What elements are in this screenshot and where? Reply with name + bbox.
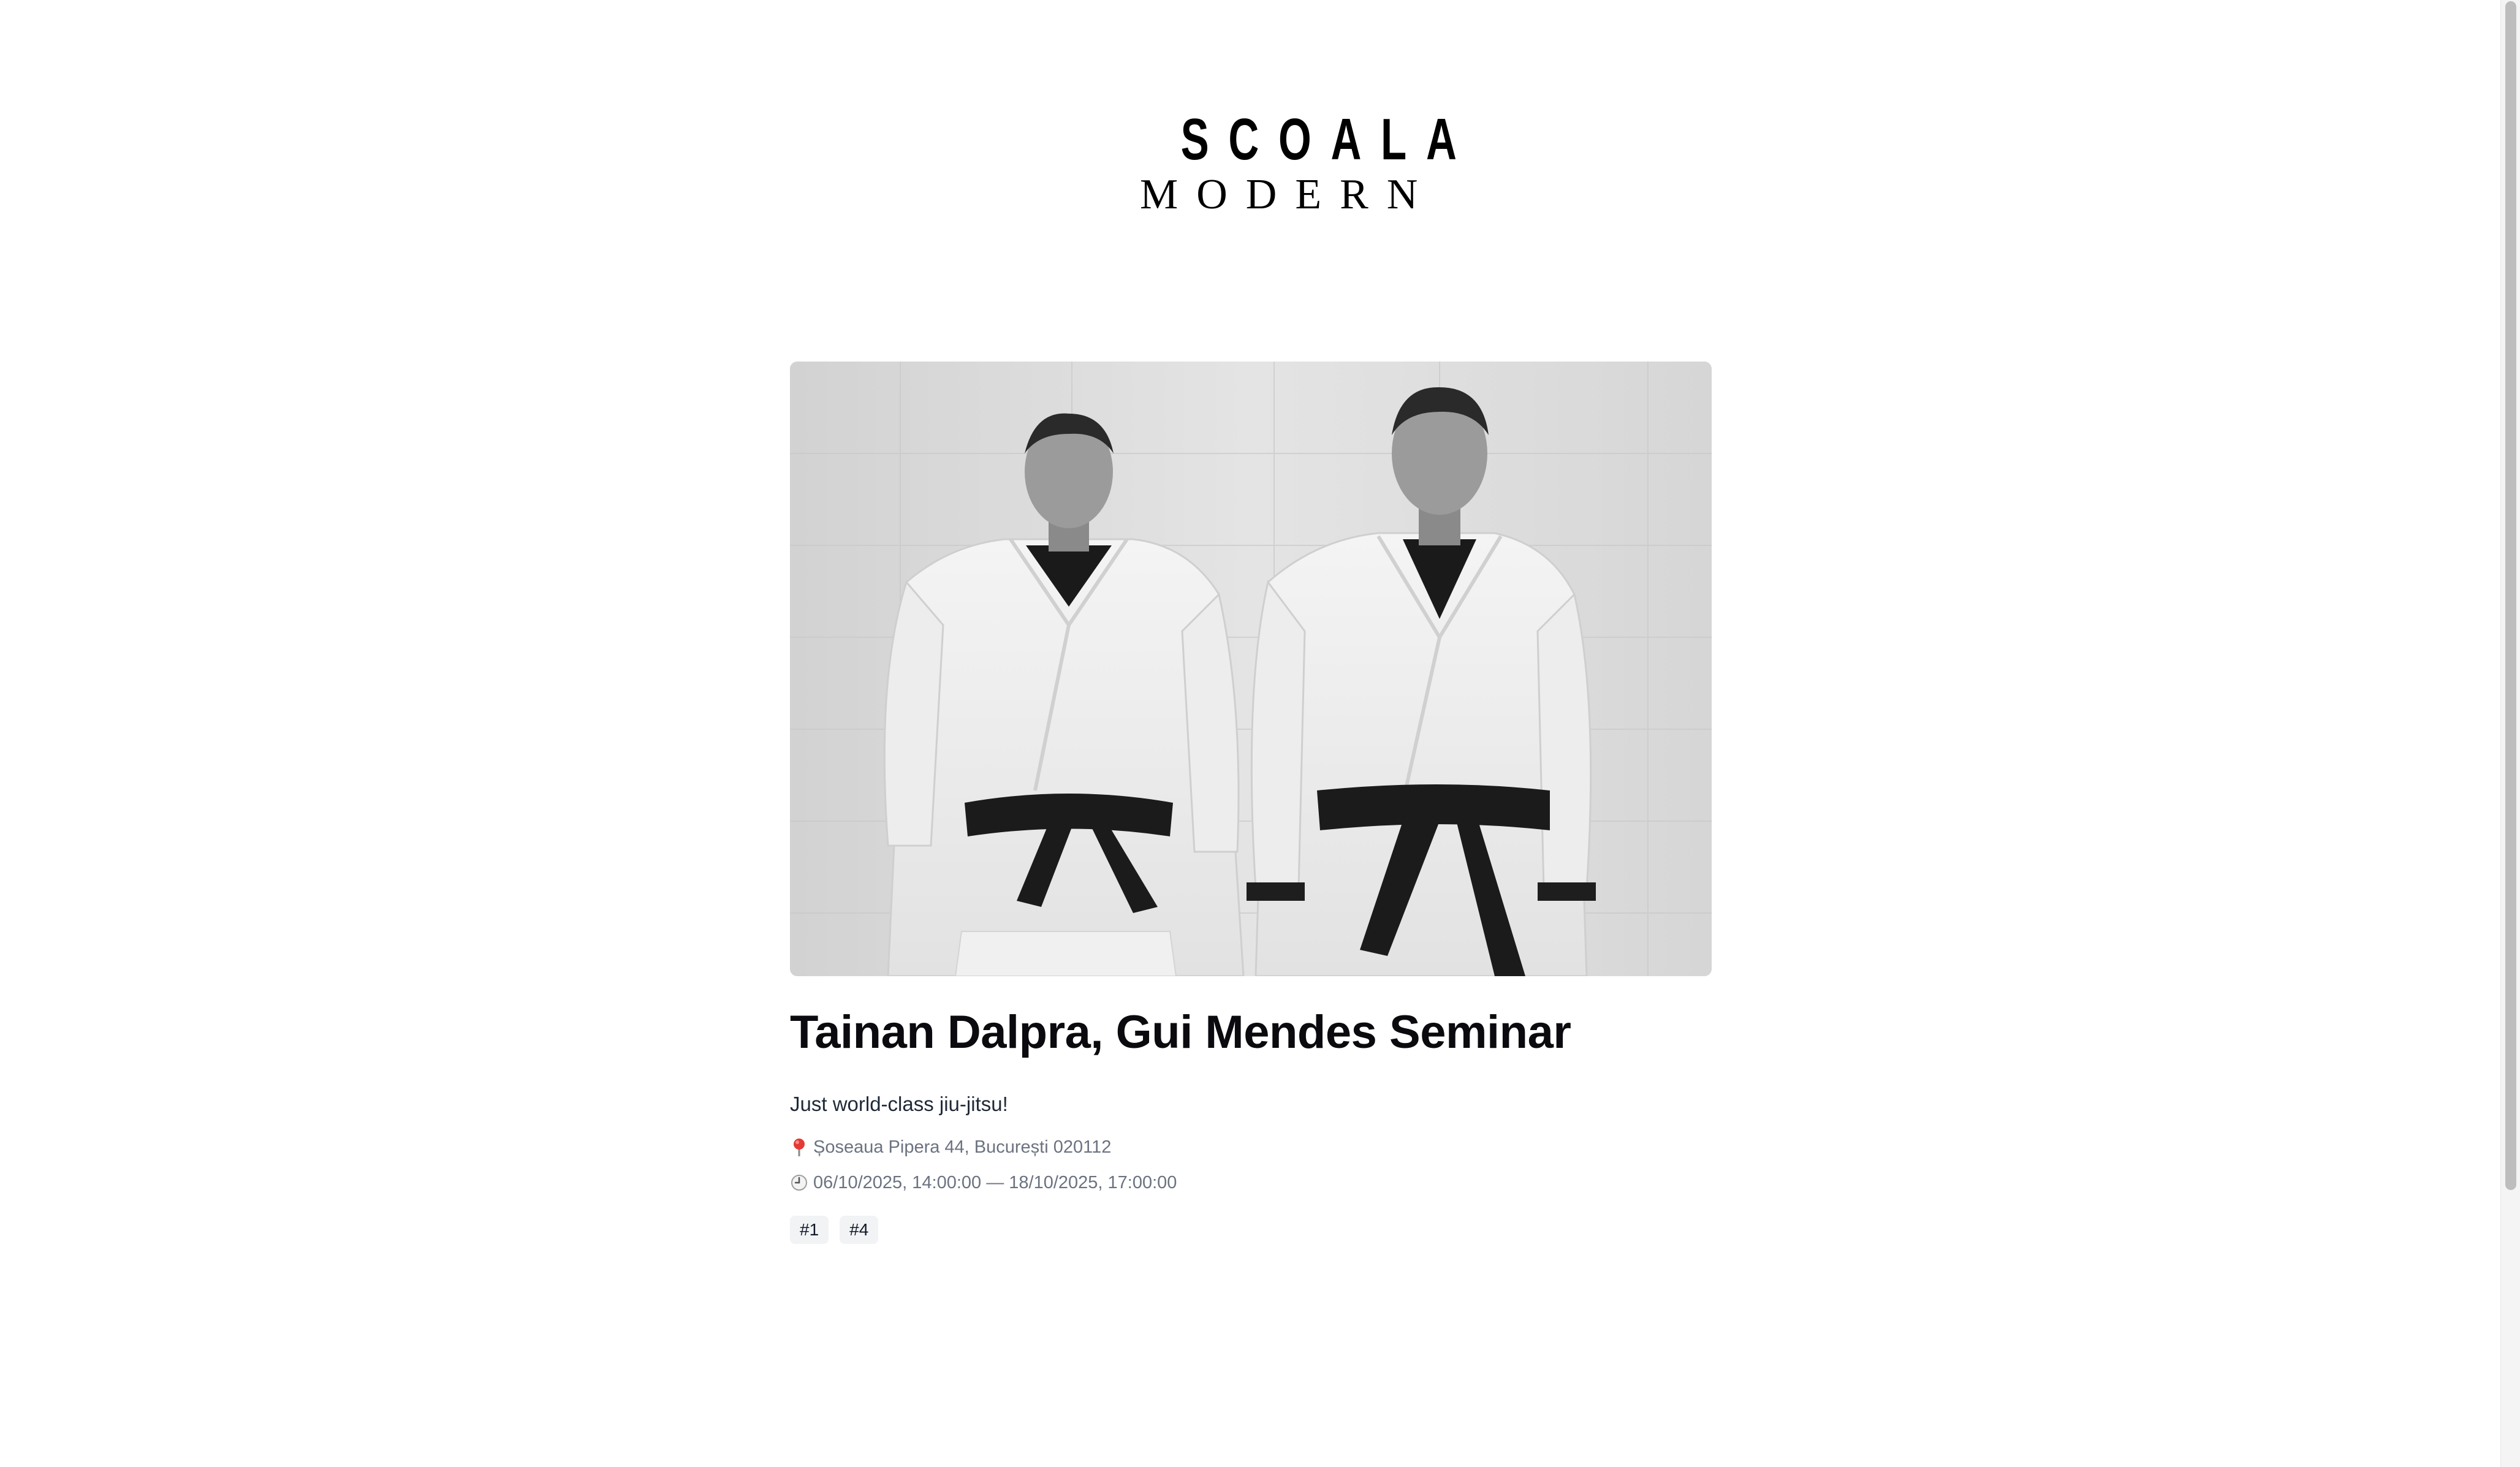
event-datetime: 06/10/2025, 14:00:00 — 18/10/2025, 17:00…	[790, 1172, 1712, 1194]
event-hero-image	[790, 362, 1712, 976]
page: SCOALA MODERN Tainan Dalpra, Gui Mendes …	[0, 0, 2520, 1467]
site-logo[interactable]: SCOALA MODERN	[1121, 107, 1476, 219]
tag-badge[interactable]: #4	[840, 1216, 879, 1244]
logo-line-top: SCOALA	[1180, 107, 1476, 172]
vertical-scrollbar[interactable]	[2500, 0, 2520, 1467]
event-description: Just world-class jiu-jitsu!	[790, 1093, 1008, 1115]
event-title: Tainan Dalpra, Gui Mendes Seminar	[790, 1006, 1571, 1058]
event-tags: #1 #4	[790, 1216, 1712, 1244]
event-location-text: Șoseaua Pipera 44, București 020112	[813, 1137, 1112, 1157]
event-location: Șoseaua Pipera 44, București 020112	[790, 1136, 1712, 1158]
clock-icon	[790, 1173, 808, 1192]
scrollbar-thumb[interactable]	[2505, 1, 2516, 1190]
logo-line-bottom: MODERN	[1140, 171, 1436, 218]
pin-icon	[790, 1138, 808, 1156]
event-details: Tainan Dalpra, Gui Mendes Seminar Just w…	[790, 999, 1712, 1244]
event-datetime-text: 06/10/2025, 14:00:00 — 18/10/2025, 17:00…	[813, 1173, 1177, 1192]
tag-badge[interactable]: #1	[790, 1216, 829, 1244]
